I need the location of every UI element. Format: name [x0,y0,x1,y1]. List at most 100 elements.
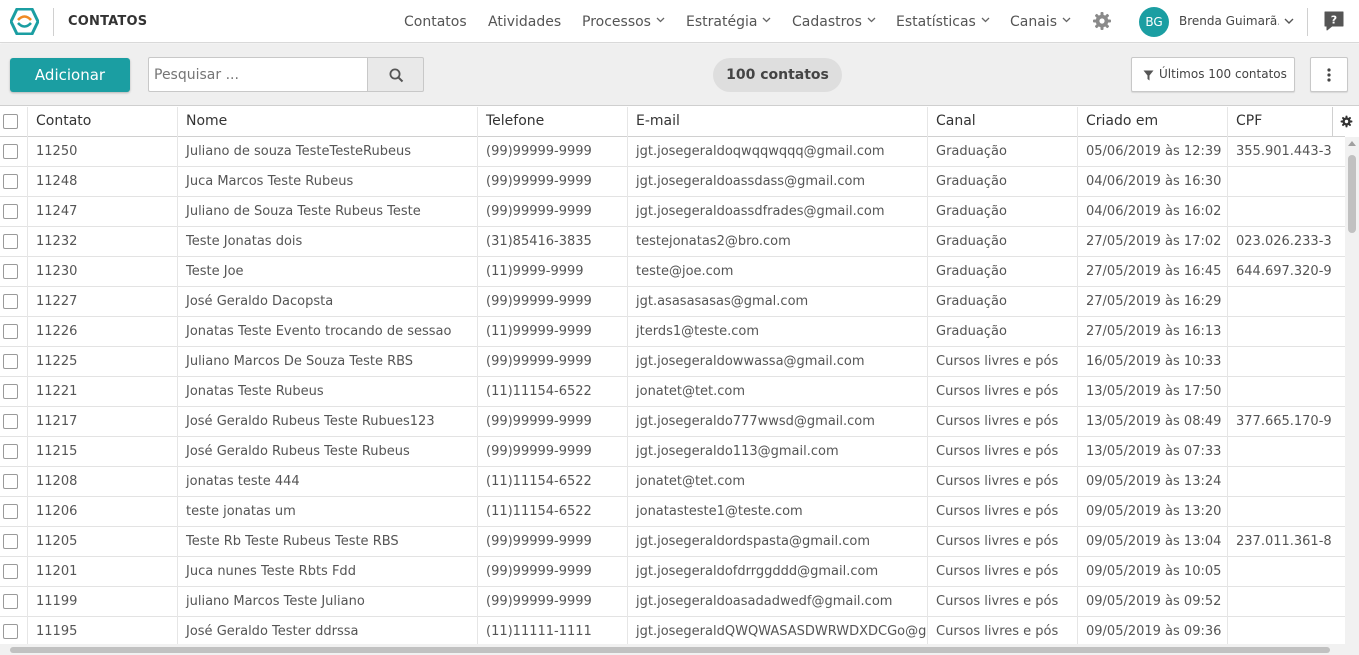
row-checkbox[interactable] [3,414,18,429]
cell-criado-em: 04/06/2019 às 16:30 [1077,167,1227,197]
nav-cadastros[interactable]: Cadastros [792,0,876,43]
table-row[interactable]: 11205 Teste Rb Teste Rubeus Teste RBS (9… [0,527,1345,557]
cell-contato: 11227 [27,287,177,317]
row-checkbox[interactable] [3,174,18,189]
horizontal-scrollbar-thumb[interactable] [10,647,1330,653]
filter-icon [1143,70,1154,81]
cell-criado-em: 27/05/2019 às 16:29 [1077,287,1227,317]
search-input[interactable] [148,57,368,92]
cell-cpf [1227,437,1332,467]
table-row[interactable]: 11230 Teste Joe (11)9999-9999 teste@joe.… [0,257,1345,287]
help-chat-icon[interactable]: ? [1323,10,1345,32]
select-all-checkbox[interactable] [3,114,18,129]
cell-email: teste@joe.com [627,257,927,287]
column-header-nome[interactable]: Nome [177,107,477,137]
nav-atividades[interactable]: Atividades [488,0,561,43]
column-header-contato[interactable]: Contato [27,107,177,137]
search-button[interactable] [367,57,424,92]
vertical-scrollbar-thumb[interactable] [1348,155,1356,233]
contacts-count-badge: 100 contatos [713,58,842,92]
row-checkbox[interactable] [3,534,18,549]
user-name[interactable]: Brenda Guimarã... [1179,14,1279,28]
cell-telefone: (11)11111-1111 [477,617,627,647]
table-row[interactable]: 11226 Jonatas Teste Evento trocando de s… [0,317,1345,347]
filter-button[interactable]: Últimos 100 contatos [1131,57,1295,92]
column-header-telefone[interactable]: Telefone [477,107,627,137]
divider [53,8,54,36]
row-checkbox[interactable] [3,384,18,399]
table-row[interactable]: 11199 juliano Marcos Teste Juliano (99)9… [0,587,1345,617]
nav-canais[interactable]: Canais [1010,0,1071,43]
table-row[interactable]: 11195 José Geraldo Tester ddrssa (11)111… [0,617,1345,647]
gear-icon[interactable] [1092,11,1112,31]
contacts-table: Contato Nome Telefone E-mail Canal Criad… [0,107,1359,647]
table-row[interactable]: 11208 jonatas teste 444 (11)11154-6522 j… [0,467,1345,497]
cell-canal: Cursos livres e pós [927,347,1077,377]
add-button[interactable]: Adicionar [10,58,130,92]
table-row[interactable]: 11232 Teste Jonatas dois (31)85416-3835 … [0,227,1345,257]
table-row[interactable]: 11247 Juliano de Souza Teste Rubeus Test… [0,197,1345,227]
cell-cpf [1227,587,1332,617]
nav-estatisticas[interactable]: Estatísticas [896,0,990,43]
avatar[interactable]: BG [1139,7,1169,37]
column-header-canal[interactable]: Canal [927,107,1077,137]
cell-canal: Cursos livres e pós [927,617,1077,647]
table-row[interactable]: 11227 José Geraldo Dacopsta (99)99999-99… [0,287,1345,317]
horizontal-scrollbar[interactable] [0,644,1359,655]
row-select-cell [0,287,27,317]
row-checkbox[interactable] [3,264,18,279]
cell-cpf [1227,167,1332,197]
chevron-down-icon [1062,17,1071,23]
more-options-button[interactable] [1310,57,1348,92]
cell-email: testejonatas2@bro.com [627,227,927,257]
chevron-down-icon [656,17,665,23]
table-row[interactable]: 11217 José Geraldo Rubeus Teste Rubues12… [0,407,1345,437]
cell-email: jgt.josegeraldoassdfrades@gmail.com [627,197,927,227]
cell-cpf: 355.901.443-37 [1227,137,1332,167]
row-checkbox[interactable] [3,594,18,609]
row-checkbox[interactable] [3,234,18,249]
chevron-down-icon [867,17,876,23]
column-header-cpf[interactable]: CPF [1227,107,1332,137]
row-checkbox[interactable] [3,444,18,459]
table-row[interactable]: 11248 Juca Marcos Teste Rubeus (99)99999… [0,167,1345,197]
app-logo-icon[interactable] [10,8,39,35]
table-row[interactable]: 11215 José Geraldo Rubeus Teste Rubeus (… [0,437,1345,467]
table-row[interactable]: 11221 Jonatas Teste Rubeus (11)11154-652… [0,377,1345,407]
cell-email: jonatet@tet.com [627,467,927,497]
column-header-email[interactable]: E-mail [627,107,927,137]
nav-estrategia[interactable]: Estratégia [686,0,771,43]
row-checkbox[interactable] [3,354,18,369]
cell-email: jterds1@teste.com [627,317,927,347]
row-checkbox[interactable] [3,474,18,489]
row-checkbox[interactable] [3,564,18,579]
column-header-criado-em[interactable]: Criado em [1077,107,1227,137]
cell-contato: 11221 [27,377,177,407]
cell-contato: 11195 [27,617,177,647]
table-row[interactable]: 11206 teste jonatas um (11)11154-6522 jo… [0,497,1345,527]
cell-contato: 11201 [27,557,177,587]
cell-telefone: (99)99999-9999 [477,137,627,167]
vertical-scrollbar[interactable] [1345,137,1359,647]
table-row[interactable]: 11225 Juliano Marcos De Souza Teste RBS … [0,347,1345,377]
cell-nome: José Geraldo Tester ddrssa [177,617,477,647]
nav-contatos[interactable]: Contatos [404,0,467,43]
gear-icon[interactable] [1340,115,1353,128]
chevron-down-icon[interactable] [1284,16,1294,26]
row-checkbox[interactable] [3,624,18,639]
row-checkbox[interactable] [3,324,18,339]
nav-processos[interactable]: Processos [582,0,665,43]
top-navbar: CONTATOS Contatos Atividades Processos E… [0,0,1359,43]
scroll-up-arrow-icon[interactable] [1348,141,1356,146]
row-checkbox[interactable] [3,204,18,219]
table-row[interactable]: 11250 Juliano de souza TesteTesteRubeus … [0,137,1345,167]
cell-telefone: (99)99999-9999 [477,527,627,557]
cell-nome: Teste Jonatas dois [177,227,477,257]
row-checkbox[interactable] [3,144,18,159]
cell-nome: Juca Marcos Teste Rubeus [177,167,477,197]
row-checkbox[interactable] [3,504,18,519]
cell-criado-em: 13/05/2019 às 08:49 [1077,407,1227,437]
table-row[interactable]: 11201 Juca nunes Teste Rbts Fdd (99)9999… [0,557,1345,587]
row-checkbox[interactable] [3,294,18,309]
cell-canal: Cursos livres e pós [927,587,1077,617]
